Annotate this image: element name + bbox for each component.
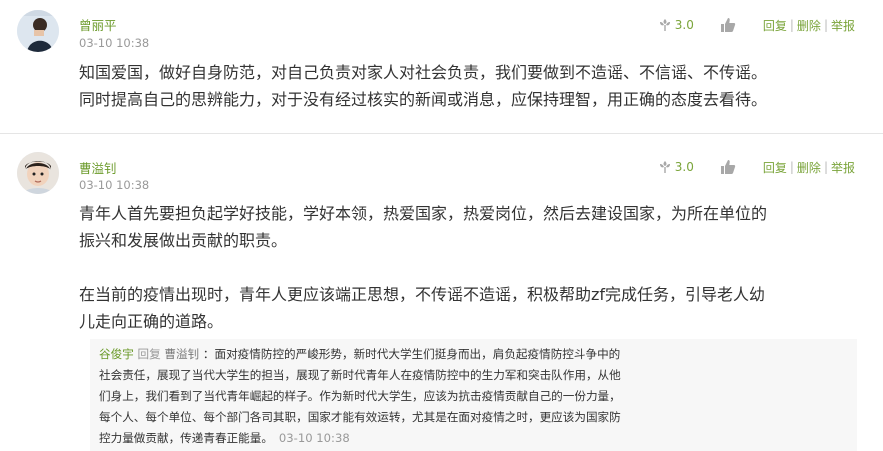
comment-meta: 3.0 回复 | 删除 | 举报: [658, 158, 855, 176]
comment-author[interactable]: 曾丽平: [79, 15, 117, 34]
avatar[interactable]: [17, 152, 59, 194]
comment-body: 知国爱国，做好自身防范，对自己负责对家人对社会负责，我们要做到不造谣、不信谣、不…: [79, 59, 869, 113]
reply-word: 回复: [137, 347, 161, 361]
score-value: 3.0: [674, 160, 694, 174]
flower-icon[interactable]: [658, 18, 672, 32]
reply-button[interactable]: 回复: [763, 159, 787, 176]
comment-time: 03-10 10:38: [79, 36, 150, 50]
reply-line: 控力量做贡献，传递青春正能量。: [99, 431, 273, 445]
report-button[interactable]: 举报: [831, 159, 855, 176]
reply-line: 每个人、每个单位、每个部门各司其职，国家才能有效运转，尤其是在面对疫情之时，更应…: [99, 410, 621, 424]
comment-line: 振兴和发展做出贡献的职责。: [79, 231, 288, 250]
reply-colon: ：: [202, 347, 215, 361]
separator: |: [823, 18, 828, 32]
avatar-image: [17, 10, 59, 52]
comment-line: 在当前的疫情出现时，青年人更应该端正思想，不传谣不造谣，积极帮助zf完成任务，引…: [79, 285, 766, 304]
reply-author[interactable]: 谷俊宇: [99, 347, 134, 361]
comment-line: 同时提高自己的思辨能力，对于没有经过核实的新闻或消息，应保持理智，用正确的态度去…: [79, 90, 768, 109]
flower-icon[interactable]: [658, 160, 672, 174]
comment-line: 知国爱国，做好自身防范，对自己负责对家人对社会负责，我们要做到不造谣、不信谣、不…: [79, 63, 768, 82]
comment-line: 儿走向正确的道路。: [79, 312, 224, 331]
reply-time: 03-10 10:38: [278, 431, 350, 445]
thumbs-up-icon[interactable]: [720, 17, 736, 33]
comment-author[interactable]: 曹溢钊: [79, 158, 117, 177]
reply-button[interactable]: 回复: [763, 17, 787, 34]
comment-time: 03-10 10:38: [79, 178, 150, 192]
comment-meta: 3.0 回复 | 删除 | 举报: [658, 16, 855, 34]
delete-button[interactable]: 删除: [797, 159, 821, 176]
separator: |: [823, 160, 828, 174]
thumbs-up-icon[interactable]: [720, 159, 736, 175]
avatar-image: [17, 152, 59, 194]
separator: |: [789, 18, 794, 32]
comment-line: 青年人首先要担负起学好技能，学好本领，热爱国家，热爱岗位，然后去建设国家，为所在…: [79, 204, 768, 223]
reply-line: 面对疫情防控的严峻形势，新时代大学生们挺身而出，肩负起疫情防控斗争中的: [214, 347, 621, 361]
separator: |: [789, 160, 794, 174]
comment-1: 曾丽平 03-10 10:38 3.0 回复 | 删除 | 举报 知国爱国，做好…: [0, 0, 883, 133]
score-value: 3.0: [674, 18, 694, 32]
delete-button[interactable]: 删除: [797, 17, 821, 34]
nested-reply: 谷俊宇 回复 曹溢钊 ：面对疫情防控的严峻形势，新时代大学生们挺身而出，肩负起疫…: [90, 339, 857, 451]
comment-body: 青年人首先要担负起学好技能，学好本领，热爱国家，热爱岗位，然后去建设国家，为所在…: [79, 200, 869, 335]
reply-line: 社会责任，展现了当代大学生的担当，展现了新时代青年人在疫情防控中的生力军和突击队…: [99, 368, 621, 382]
reply-body: 谷俊宇 回复 曹溢钊 ：面对疫情防控的严峻形势，新时代大学生们挺身而出，肩负起疫…: [99, 344, 725, 449]
reply-target[interactable]: 曹溢钊: [164, 347, 199, 361]
avatar[interactable]: [17, 10, 59, 52]
report-button[interactable]: 举报: [831, 17, 855, 34]
reply-line: 们身上，我们看到了当代青年崛起的样子。作为新时代大学生，应该为抗击疫情贡献自己的…: [99, 389, 621, 403]
